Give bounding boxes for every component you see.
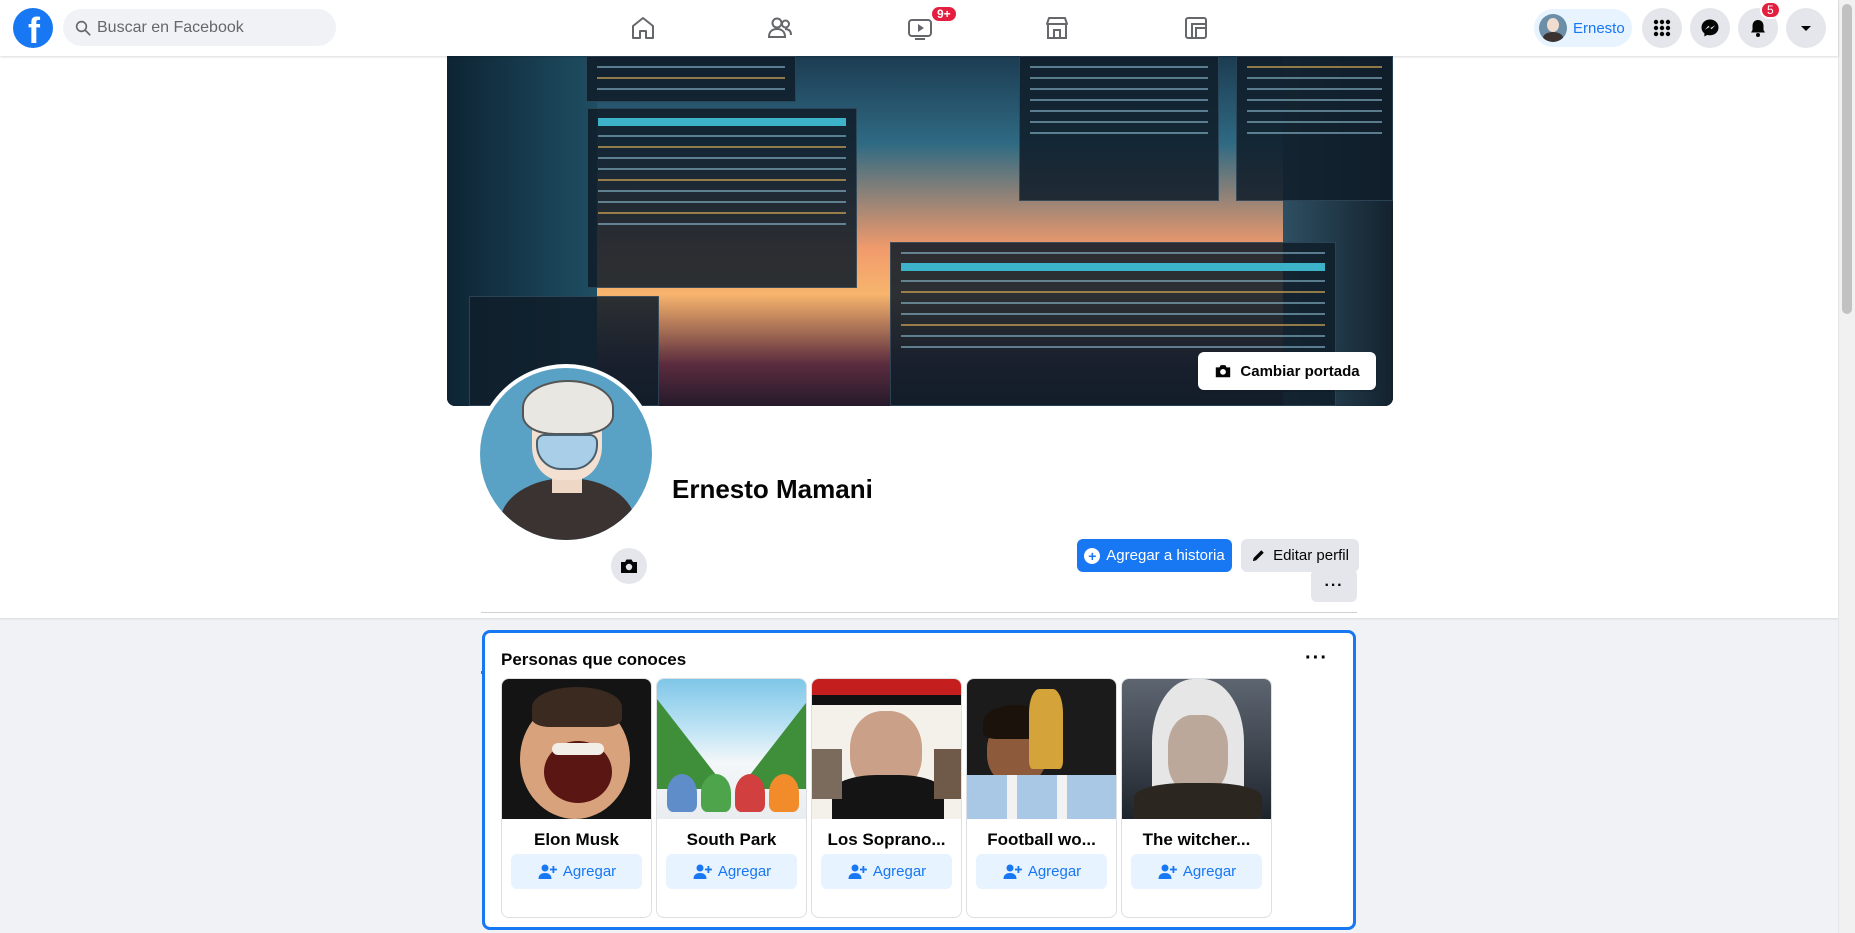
watch-icon (908, 19, 932, 40)
grid-menu-icon (1653, 19, 1671, 37)
nav-marketplace[interactable] (1001, 0, 1113, 56)
person-name: The witcher... (1142, 830, 1251, 849)
bell-icon (1751, 20, 1765, 37)
add-friend-label: Agregar (562, 863, 617, 880)
person-card[interactable]: Elon Musk Agregar (501, 678, 652, 918)
chevron-down-icon (1801, 26, 1811, 31)
add-friend-icon (693, 864, 712, 879)
change-cover-label: Cambiar portada (1240, 362, 1360, 380)
edit-profile-label: Editar perfil (1273, 547, 1349, 564)
search-input[interactable] (97, 9, 327, 46)
add-friend-label: Agregar (1182, 863, 1237, 880)
nav-home[interactable] (587, 0, 699, 56)
friends-icon (767, 17, 792, 38)
add-friend-button[interactable]: Agregar (511, 854, 642, 889)
add-to-story-label: Agregar a historia (1106, 547, 1225, 564)
person-card[interactable]: The witcher... Agregar (1121, 678, 1272, 918)
plus-icon: + (1084, 547, 1101, 564)
terminal-window-htop (587, 108, 857, 288)
marketplace-icon (1046, 17, 1068, 39)
person-photo (1122, 679, 1271, 819)
section-menu-button[interactable]: ··· (1305, 647, 1328, 670)
add-friend-icon (1158, 864, 1177, 879)
add-friend-label: Agregar (872, 863, 927, 880)
change-cover-button[interactable]: Cambiar portada (1198, 352, 1376, 390)
add-to-story-button[interactable]: + Agregar a historia (1077, 539, 1232, 572)
person-name: South Park (686, 830, 777, 849)
facebook-logo[interactable]: f (13, 8, 53, 51)
update-profile-picture-button[interactable] (611, 548, 647, 584)
person-name: Los Soprano... (827, 830, 946, 849)
menu-button[interactable] (1642, 8, 1682, 48)
person-card[interactable]: Los Soprano... Agregar (811, 678, 962, 918)
profile-picture[interactable] (476, 364, 656, 544)
nav-gaming[interactable] (1140, 0, 1252, 56)
person-photo (812, 679, 961, 819)
pencil-icon (1252, 550, 1264, 562)
section-title: Personas que conoces (501, 650, 687, 669)
profile-shortcut-name: Ernesto (1573, 19, 1625, 37)
search-icon (75, 20, 91, 36)
profile-shortcut[interactable]: Ernesto (1534, 9, 1632, 47)
facebook-logo-letter: f (28, 10, 40, 51)
search-box[interactable] (63, 9, 336, 46)
add-friend-icon (538, 864, 557, 879)
person-card[interactable]: Football wo... Agregar (966, 678, 1117, 918)
terminal-window-sysinfo (1236, 56, 1393, 201)
add-friend-button[interactable]: Agregar (821, 854, 952, 889)
profile-name: Ernesto Mamani (672, 474, 873, 504)
add-friend-label: Agregar (1027, 863, 1082, 880)
person-name: Football wo... (987, 830, 1096, 849)
avatar (1539, 14, 1567, 42)
more-options-button[interactable]: ··· (1311, 569, 1357, 602)
people-you-may-know: Personas que conoces ··· Elon Musk Agreg… (482, 630, 1356, 930)
nav-friends[interactable] (724, 0, 836, 56)
edit-profile-button[interactable]: Editar perfil (1241, 539, 1359, 572)
account-menu-button[interactable] (1786, 8, 1826, 48)
tabs-divider (481, 612, 1357, 613)
add-friend-label: Agregar (717, 863, 772, 880)
add-friend-button[interactable]: Agregar (1131, 854, 1262, 889)
terminal-window-stats (586, 56, 796, 102)
home-icon (632, 17, 654, 39)
profile-header: Cambiar portada Ernesto Mamani + Agregar… (0, 56, 1838, 674)
scrollbar-thumb[interactable] (1842, 4, 1852, 314)
nav-watch[interactable]: 9+ (864, 0, 976, 56)
terminal-window-fetch-art (1019, 56, 1219, 201)
notifications-badge: 5 (1760, 1, 1781, 19)
messenger-button[interactable] (1690, 8, 1730, 48)
person-photo (967, 679, 1116, 819)
top-navigation-bar: f 9+ Ernesto 5 (0, 0, 1838, 56)
add-friend-button[interactable]: Agregar (666, 854, 797, 889)
page-scrollbar[interactable] (1838, 0, 1855, 933)
watch-badge: 9+ (930, 5, 958, 23)
notifications-button[interactable]: 5 (1738, 1, 1781, 48)
person-photo (657, 679, 806, 819)
add-friend-button[interactable]: Agregar (976, 854, 1107, 889)
messenger-icon (1701, 19, 1719, 37)
gaming-icon (1185, 17, 1207, 39)
person-photo (502, 679, 651, 819)
add-friend-icon (1003, 864, 1022, 879)
person-card[interactable]: South Park Agregar (656, 678, 807, 918)
person-name: Elon Musk (533, 830, 619, 849)
camera-icon (621, 559, 637, 573)
avatar (480, 368, 652, 540)
camera-icon (1216, 365, 1231, 378)
add-friend-icon (848, 864, 867, 879)
